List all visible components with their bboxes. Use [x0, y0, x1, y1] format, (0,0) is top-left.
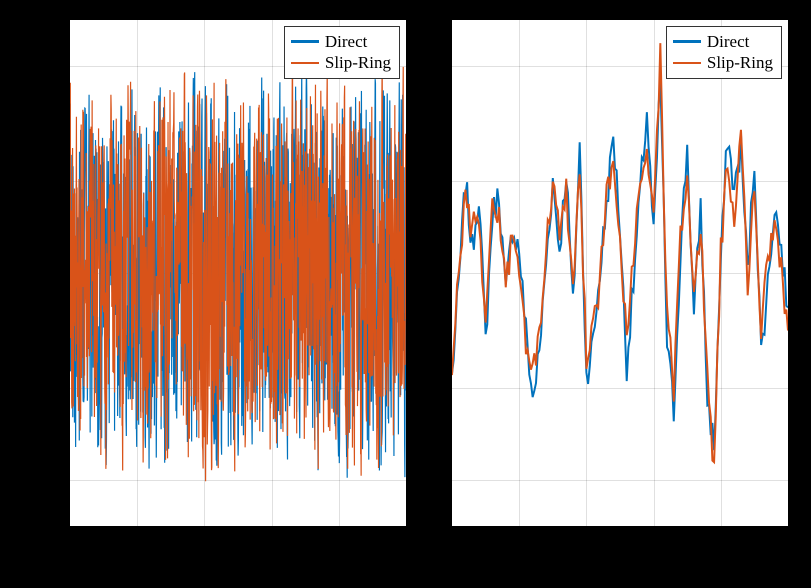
- data-series-left: [70, 20, 406, 526]
- legend-swatch-slip-ring: [291, 62, 319, 65]
- plot-area-left: Direct Slip-Ring: [68, 18, 408, 528]
- legend-label-direct: Direct: [325, 31, 367, 52]
- legend-entry-direct: Direct: [673, 31, 773, 52]
- legend-entry-slip-ring: Slip-Ring: [673, 52, 773, 73]
- plot-area-right: Direct Slip-Ring: [450, 18, 790, 528]
- legend-right: Direct Slip-Ring: [666, 26, 782, 79]
- legend-entry-direct: Direct: [291, 31, 391, 52]
- legend-swatch-slip-ring: [673, 62, 701, 65]
- legend-label-slip-ring: Slip-Ring: [325, 52, 391, 73]
- data-series-right: [452, 20, 788, 526]
- legend-swatch-direct: [291, 40, 319, 43]
- chart-panel-right: Direct Slip-Ring: [450, 18, 790, 528]
- chart-panel-left: Direct Slip-Ring: [68, 18, 408, 528]
- legend-label-direct: Direct: [707, 31, 749, 52]
- legend-label-slip-ring: Slip-Ring: [707, 52, 773, 73]
- legend-left: Direct Slip-Ring: [284, 26, 400, 79]
- legend-entry-slip-ring: Slip-Ring: [291, 52, 391, 73]
- legend-swatch-direct: [673, 40, 701, 43]
